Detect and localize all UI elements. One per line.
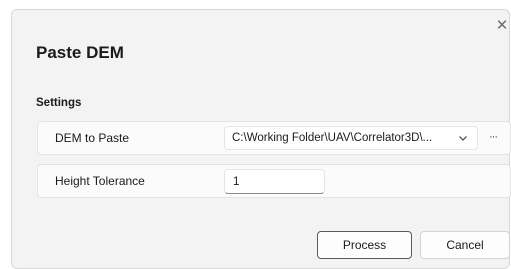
dem-to-paste-dropdown[interactable]: C:\Working Folder\UAV\Correlator3D\...: [224, 126, 478, 150]
height-tolerance-input[interactable]: [224, 169, 325, 194]
close-icon[interactable]: ✕: [492, 16, 511, 36]
settings-section-title: Settings: [36, 97, 82, 109]
dem-to-paste-label: DEM to Paste: [55, 131, 130, 145]
height-tolerance-row: Height Tolerance: [37, 164, 511, 198]
paste-dem-dialog: ✕ Paste DEM Settings DEM to Paste C:\Wor…: [11, 9, 511, 269]
dem-to-paste-value: C:\Working Folder\UAV\Correlator3D\...: [232, 132, 433, 144]
chevron-down-icon[interactable]: [456, 131, 470, 145]
browse-button[interactable]: ···: [482, 126, 504, 150]
process-button[interactable]: Process: [317, 231, 412, 259]
dem-to-paste-row: DEM to Paste C:\Working Folder\UAV\Corre…: [37, 121, 511, 155]
cancel-button[interactable]: Cancel: [420, 231, 510, 259]
height-tolerance-label: Height Tolerance: [55, 174, 145, 188]
dialog-title: Paste DEM: [36, 43, 124, 62]
